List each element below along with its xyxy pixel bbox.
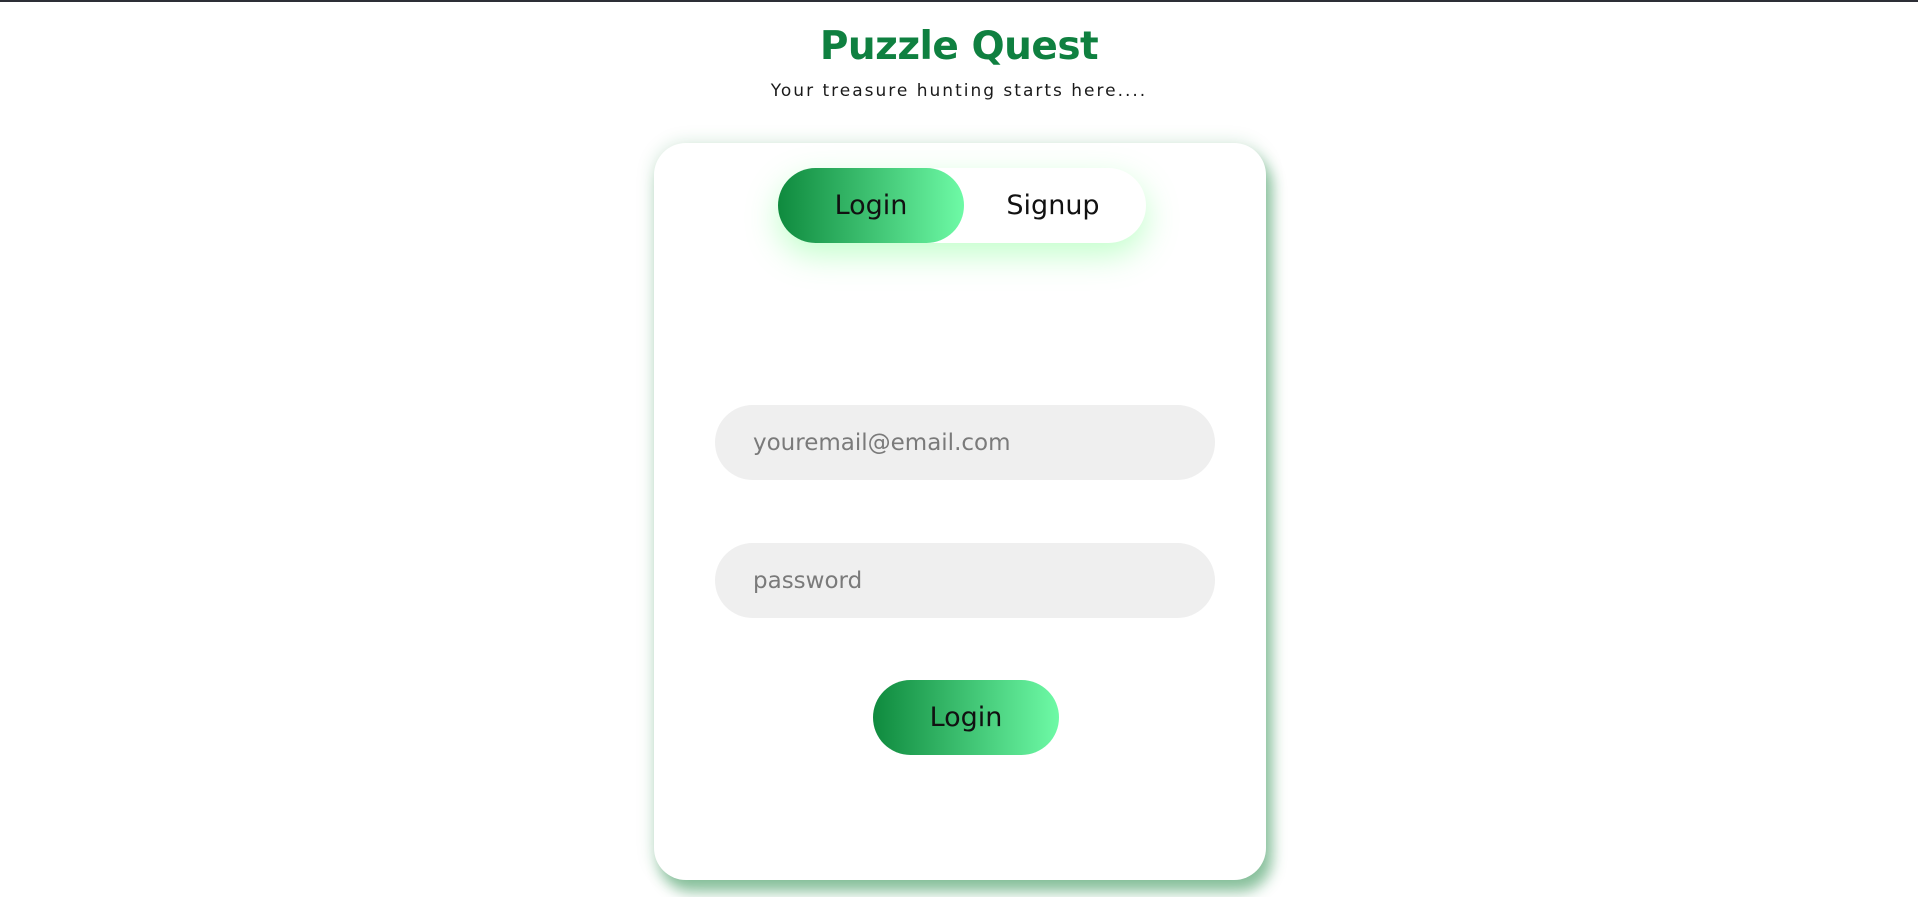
tab-signup[interactable]: Signup [960,168,1146,243]
top-border [0,0,1918,2]
tab-login[interactable]: Login [778,168,964,243]
app-title: Puzzle Quest [819,24,1099,69]
email-field[interactable] [715,405,1215,480]
password-field[interactable] [715,543,1215,618]
auth-mode-toggle: Login Signup [778,168,1146,243]
login-button[interactable]: Login [873,680,1059,755]
auth-card: Login Signup Login [654,143,1266,880]
app-subtitle: Your treasure hunting starts here.... [770,81,1148,101]
